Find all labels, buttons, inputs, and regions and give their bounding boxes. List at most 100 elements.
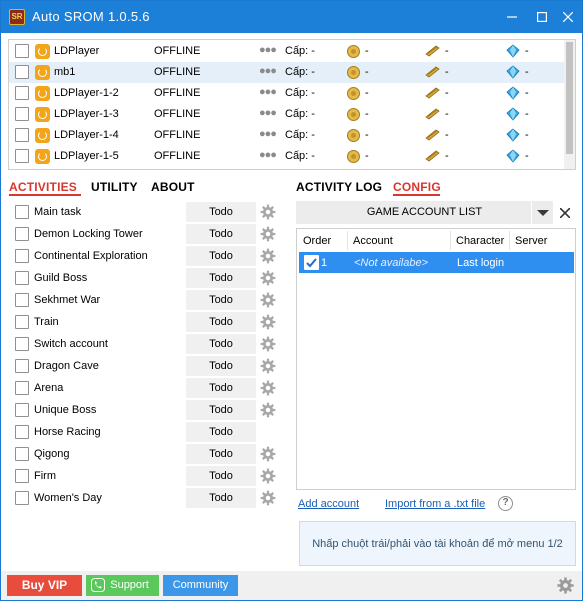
maximize-button[interactable] <box>532 7 552 27</box>
activity-checkbox[interactable] <box>15 447 29 461</box>
account-row[interactable]: 1 <Not availabe> Last login <box>299 252 574 273</box>
activity-checkbox[interactable] <box>15 205 29 219</box>
player-level: Cấp: - <box>285 150 315 162</box>
settings-gear-icon[interactable] <box>557 577 574 594</box>
todo-button[interactable]: Todo <box>186 246 256 266</box>
scroll-item-icon <box>425 87 440 99</box>
activity-settings-gear-icon[interactable] <box>260 248 276 264</box>
title-bar[interactable]: SR Auto SROM 1.0.5.6 <box>1 1 582 33</box>
activity-settings-gear-icon[interactable] <box>260 358 276 374</box>
activity-label: Main task <box>34 206 82 218</box>
buy-vip-button[interactable]: Buy VIP <box>7 575 82 596</box>
todo-button[interactable]: Todo <box>186 356 256 376</box>
todo-button[interactable]: Todo <box>186 488 256 508</box>
minimize-button[interactable] <box>502 7 522 27</box>
tab-utility[interactable]: UTILITY <box>91 180 138 194</box>
todo-button[interactable]: Todo <box>186 444 256 464</box>
todo-button[interactable]: Todo <box>186 466 256 486</box>
todo-button[interactable]: Todo <box>186 400 256 420</box>
activity-settings-gear-icon[interactable] <box>260 314 276 330</box>
player-row[interactable]: LDPlayer-1-4 OFFLINE ●●● Cấp: - - - - <box>9 125 564 146</box>
activity-settings-gear-icon[interactable] <box>260 204 276 220</box>
todo-button[interactable]: Todo <box>186 334 256 354</box>
activity-settings-gear-icon[interactable] <box>260 226 276 242</box>
todo-button[interactable]: Todo <box>186 290 256 310</box>
column-header-order[interactable]: Order <box>303 235 331 247</box>
activity-checkbox[interactable] <box>15 403 29 417</box>
activity-settings-gear-icon[interactable] <box>260 468 276 484</box>
activity-label: Train <box>34 316 59 328</box>
activity-checkbox[interactable] <box>15 249 29 263</box>
more-options-icon[interactable]: ●●● <box>259 149 277 161</box>
support-button[interactable]: Support <box>86 575 159 596</box>
close-button[interactable] <box>558 7 578 27</box>
list-scrollbar[interactable] <box>564 40 575 169</box>
activity-checkbox[interactable] <box>15 359 29 373</box>
help-icon[interactable]: ? <box>498 496 513 511</box>
account-list-close-button[interactable] <box>554 201 576 224</box>
activity-settings-gear-icon[interactable] <box>260 490 276 506</box>
more-options-icon[interactable]: ●●● <box>259 86 277 98</box>
activity-settings-gear-icon[interactable] <box>260 270 276 286</box>
account-row-checkbox[interactable] <box>304 255 319 270</box>
more-options-icon[interactable]: ●●● <box>259 128 277 140</box>
todo-button[interactable]: Todo <box>186 268 256 288</box>
activity-settings-gear-icon[interactable] <box>260 336 276 352</box>
todo-button[interactable]: Todo <box>186 224 256 244</box>
player-row[interactable]: LDPlayer-1-5 OFFLINE ●●● Cấp: - - - - <box>9 146 564 167</box>
activity-settings-gear-icon[interactable] <box>260 402 276 418</box>
column-header-account[interactable]: Account <box>353 235 393 247</box>
activity-checkbox[interactable] <box>15 315 29 329</box>
activity-checkbox[interactable] <box>15 337 29 351</box>
support-label: Support <box>110 579 149 591</box>
gold-coin-icon <box>347 45 360 58</box>
activity-checkbox[interactable] <box>15 227 29 241</box>
player-checkbox[interactable] <box>15 149 29 163</box>
activity-checkbox[interactable] <box>15 425 29 439</box>
player-checkbox[interactable] <box>15 86 29 100</box>
player-level: Cấp: - <box>285 66 315 78</box>
player-row[interactable]: LDPlayer-1-3 OFFLINE ●●● Cấp: - - - - <box>9 104 564 125</box>
activity-settings-gear-icon[interactable] <box>260 292 276 308</box>
player-checkbox[interactable] <box>15 44 29 58</box>
todo-button[interactable]: Todo <box>186 422 256 442</box>
list-scrollbar-thumb[interactable] <box>566 42 573 154</box>
player-name: LDPlayer-1-5 <box>54 150 119 162</box>
tab-config[interactable]: CONFIG <box>393 180 441 194</box>
activity-checkbox[interactable] <box>15 271 29 285</box>
player-row[interactable]: mb1 OFFLINE ●●● Cấp: - - - - <box>9 62 564 83</box>
account-table[interactable]: Order Account Character Server 1 <Not av… <box>296 228 576 490</box>
todo-button[interactable]: Todo <box>186 312 256 332</box>
activity-checkbox[interactable] <box>15 469 29 483</box>
player-item: - <box>445 87 449 99</box>
player-checkbox[interactable] <box>15 128 29 142</box>
player-checkbox[interactable] <box>15 107 29 121</box>
player-list[interactable]: LDPlayer OFFLINE ●●● Cấp: - - - - mb1 OFFLINE ●●●… <box>8 39 576 170</box>
tab-about[interactable]: ABOUT <box>151 180 195 194</box>
activity-checkbox[interactable] <box>15 381 29 395</box>
player-row[interactable]: LDPlayer OFFLINE ●●● Cấp: - - - - <box>9 41 564 62</box>
tab-activities[interactable]: ACTIVITIES <box>9 180 77 194</box>
player-item: - <box>445 66 449 78</box>
activity-row: Arena Todo <box>8 377 288 399</box>
activity-checkbox[interactable] <box>15 293 29 307</box>
activity-settings-gear-icon[interactable] <box>260 446 276 462</box>
activity-label: Women's Day <box>34 492 102 504</box>
activity-checkbox[interactable] <box>15 491 29 505</box>
import-txt-link[interactable]: Import from a .txt file <box>385 498 485 510</box>
community-button[interactable]: Community <box>163 575 238 596</box>
account-list-dropdown-button[interactable] <box>531 201 553 224</box>
todo-button[interactable]: Todo <box>186 378 256 398</box>
activity-settings-gear-icon[interactable] <box>260 380 276 396</box>
more-options-icon[interactable]: ●●● <box>259 107 277 119</box>
player-checkbox[interactable] <box>15 65 29 79</box>
activity-row: Firm Todo <box>8 465 288 487</box>
column-header-character[interactable]: Character <box>456 235 504 247</box>
player-row[interactable]: LDPlayer-1-2 OFFLINE ●●● Cấp: - - - - <box>9 83 564 104</box>
column-header-server[interactable]: Server <box>515 235 547 247</box>
tab-activity-log[interactable]: ACTIVITY LOG <box>296 180 382 194</box>
more-options-icon[interactable]: ●●● <box>259 44 277 56</box>
add-account-link[interactable]: Add account <box>298 498 359 510</box>
more-options-icon[interactable]: ●●● <box>259 65 277 77</box>
todo-button[interactable]: Todo <box>186 202 256 222</box>
